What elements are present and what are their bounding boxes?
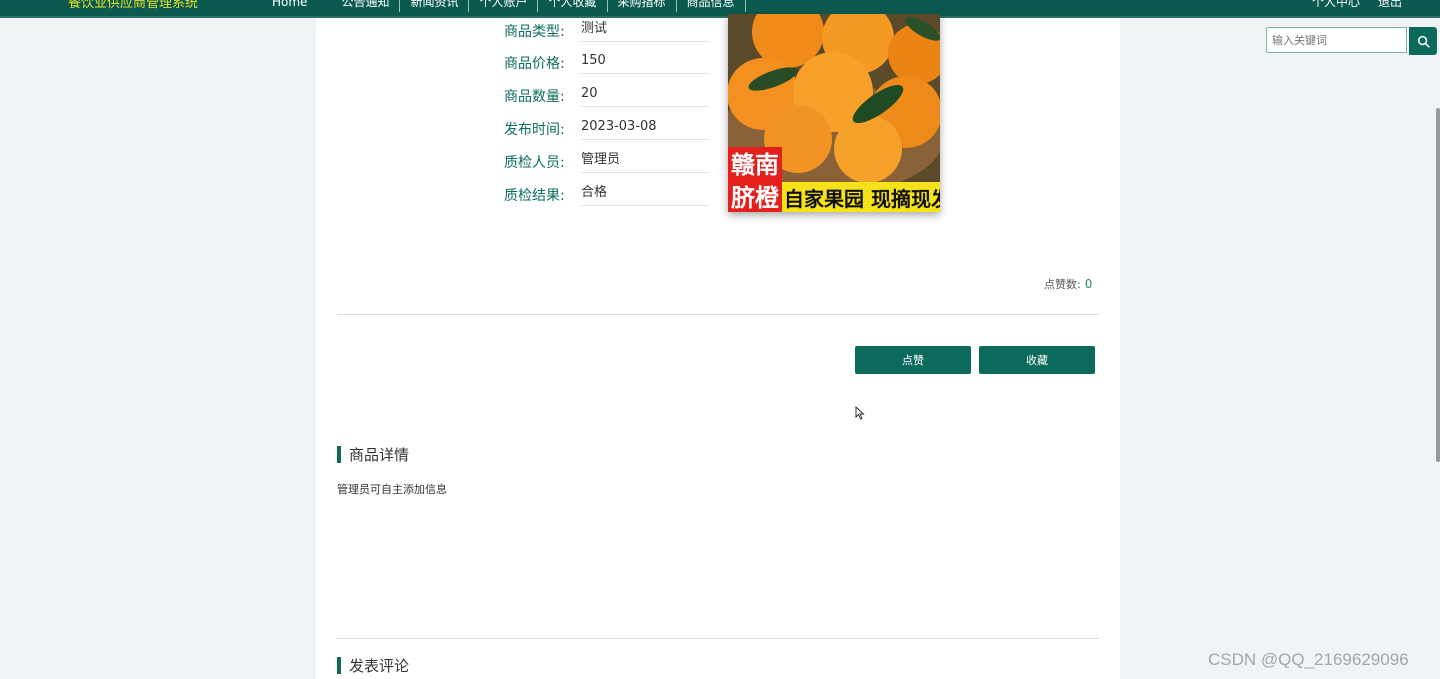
caption-yellow: 自家果园 现摘现发 — [784, 187, 940, 211]
field-inspector: 质检人员: 管理员 — [504, 150, 709, 183]
like-button[interactable]: 点赞 — [855, 346, 971, 374]
nav-item-news[interactable]: 新闻资讯 — [400, 0, 470, 12]
field-value: 测试 — [581, 19, 709, 42]
main-nav: Home 公告通知 新闻资讯 个人账户 个人收藏 采购指标 商品信息 — [262, 0, 746, 12]
nav-item-products[interactable]: 商品信息 — [677, 0, 746, 12]
divider — [337, 314, 1099, 315]
like-count-value: 0 — [1084, 277, 1093, 291]
nav-item-profile[interactable]: 个人中心 — [1312, 0, 1360, 12]
field-inspection-result: 质检结果: 合格 — [504, 183, 709, 216]
product-image: 赣南 脐橙 自家果园 现摘现发 — [728, 14, 940, 212]
divider — [337, 638, 1099, 639]
mouse-cursor-icon — [855, 406, 865, 420]
scrollbar-thumb[interactable] — [1436, 108, 1440, 462]
field-label: 商品数量: — [504, 89, 565, 105]
watermark: CSDN @QQ_2169629096 — [1208, 650, 1409, 669]
field-value: 150 — [581, 51, 709, 74]
nav-item-home[interactable]: Home — [262, 0, 331, 12]
section-title-details: 商品详情 — [337, 444, 409, 465]
search-button[interactable] — [1409, 27, 1437, 55]
nav-item-favorites[interactable]: 个人收藏 — [538, 0, 608, 12]
field-label: 发布时间: — [504, 122, 565, 138]
user-nav: 个人中心 退出 — [1312, 0, 1402, 12]
caption-red-1: 赣南 — [731, 151, 779, 179]
field-value: 管理员 — [581, 150, 709, 173]
site-brand[interactable]: 餐饮业供应商管理系统 — [68, 0, 198, 11]
field-label: 质检人员: — [504, 155, 565, 171]
field-value: 合格 — [581, 183, 709, 206]
search-icon — [1417, 35, 1430, 48]
field-publish-date: 发布时间: 2023-03-08 — [504, 117, 709, 150]
nav-item-account[interactable]: 个人账户 — [469, 0, 539, 12]
search-input[interactable] — [1266, 27, 1407, 53]
like-count-label: 点赞数: — [1044, 278, 1081, 291]
favorite-button[interactable]: 收藏 — [979, 346, 1095, 374]
field-product-type: 商品类型: 测试 — [504, 19, 709, 52]
field-label: 质检结果: — [504, 188, 565, 204]
caption-red-2: 脐橙 — [730, 184, 780, 212]
field-label: 商品类型: — [504, 24, 565, 40]
nav-item-announcements[interactable]: 公告通知 — [331, 0, 401, 12]
orange-photo: 赣南 脐橙 自家果园 现摘现发 — [728, 14, 940, 212]
field-label: 商品价格: — [504, 56, 565, 72]
field-product-quantity: 商品数量: 20 — [504, 84, 709, 117]
product-detail-text: 管理员可自主添加信息 — [337, 483, 447, 496]
field-product-price: 商品价格: 150 — [504, 51, 709, 84]
field-value: 20 — [581, 84, 709, 107]
nav-item-procurement[interactable]: 采购指标 — [608, 0, 677, 12]
field-value: 2023-03-08 — [581, 117, 709, 140]
like-count: 点赞数: 0 — [1044, 276, 1092, 292]
nav-item-logout[interactable]: 退出 — [1378, 0, 1402, 12]
top-nav-bar: 餐饮业供应商管理系统 Home 公告通知 新闻资讯 个人账户 个人收藏 采购指标… — [0, 0, 1440, 16]
section-title-comments: 发表评论 — [337, 655, 409, 676]
